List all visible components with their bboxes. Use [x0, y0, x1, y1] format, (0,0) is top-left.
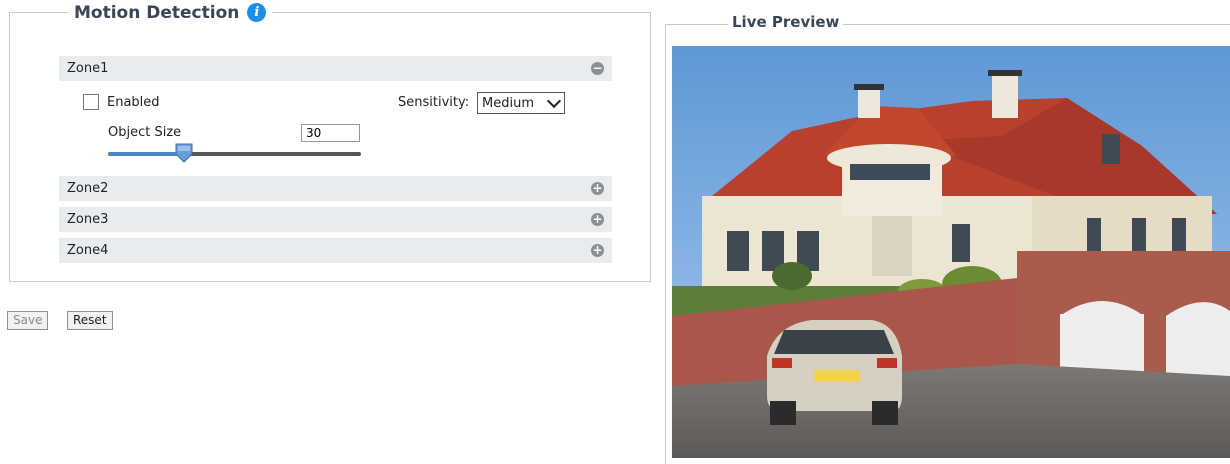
live-preview-title: Live Preview — [728, 13, 844, 31]
zone-header-zone3[interactable]: Zone3 + — [59, 207, 612, 232]
zone-label: Zone3 — [67, 212, 109, 227]
sensitivity-select[interactable]: Medium — [477, 92, 565, 114]
object-size-input[interactable] — [301, 124, 360, 142]
enabled-label: Enabled — [107, 95, 160, 110]
motion-detection-title: Motion Detection — [74, 3, 240, 23]
plus-circle-icon[interactable]: + — [591, 213, 604, 226]
zone-label: Zone1 — [67, 61, 109, 76]
enabled-checkbox[interactable] — [83, 94, 99, 110]
sensitivity-label: Sensitivity: — [398, 95, 470, 110]
info-icon[interactable]: i — [247, 2, 267, 22]
object-size-label: Object Size — [108, 125, 182, 140]
sensitivity-value: Medium — [482, 95, 534, 111]
zone-header-zone2[interactable]: Zone2 + — [59, 176, 612, 201]
zone-label: Zone4 — [67, 243, 109, 258]
zone-label: Zone2 — [67, 181, 109, 196]
reset-button[interactable]: Reset — [67, 311, 113, 330]
house-with-car-photo — [672, 46, 1230, 458]
slider-fill — [108, 152, 184, 156]
save-button[interactable]: Save — [7, 311, 49, 330]
minus-circle-icon[interactable]: − — [591, 62, 604, 75]
plus-circle-icon[interactable]: + — [591, 182, 604, 195]
slider-handle[interactable] — [174, 143, 194, 163]
zone-header-zone4[interactable]: Zone4 + — [59, 238, 612, 263]
motion-detection-legend: Motion Detection i — [68, 0, 273, 26]
zone-header-zone1[interactable]: Zone1 − — [59, 56, 612, 81]
object-size-slider[interactable] — [108, 143, 361, 163]
plus-circle-icon[interactable]: + — [591, 244, 604, 257]
chevron-down-icon — [546, 93, 562, 109]
live-preview-image — [672, 46, 1230, 458]
